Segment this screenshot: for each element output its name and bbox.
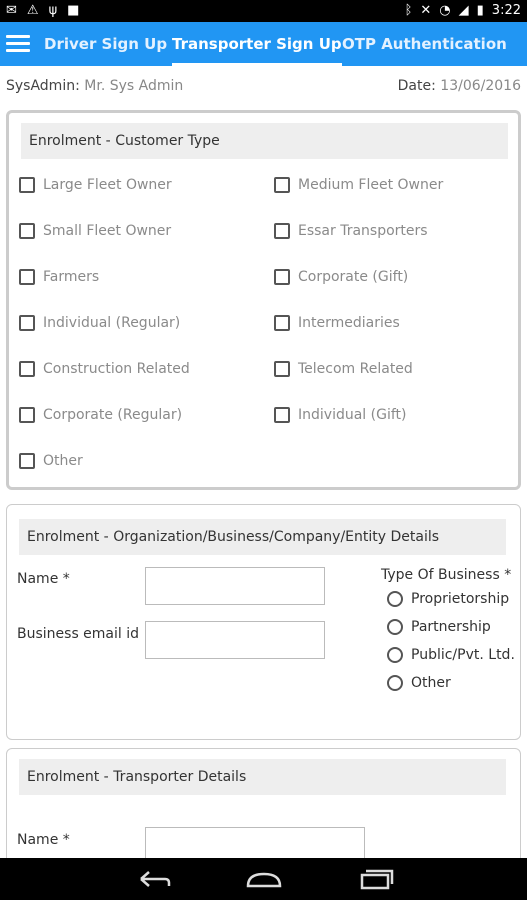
organization-title: Enrolment - Organization/Business/Compan… — [19, 519, 506, 555]
radio-public-pvt-ltd[interactable]: Public/Pvt. Ltd. — [387, 647, 515, 663]
checkbox-individual-regular[interactable]: Individual (Regular) — [19, 315, 180, 331]
battery-icon: ▮ — [476, 3, 484, 18]
checkbox-farmers[interactable]: Farmers — [19, 269, 99, 285]
wifi-icon: ◔ — [439, 3, 451, 18]
org-name-input[interactable] — [145, 567, 325, 605]
checkbox-box[interactable] — [274, 223, 290, 239]
organization-card: Enrolment - Organization/Business/Compan… — [6, 504, 521, 740]
mute-icon: ✕ — [420, 3, 432, 18]
transporter-name-label: Name * — [17, 832, 70, 848]
transporter-title: Enrolment - Transporter Details — [19, 759, 506, 795]
home-icon[interactable] — [244, 868, 284, 890]
radio-partnership[interactable]: Partnership — [387, 619, 491, 635]
customer-type-card: Enrolment - Customer Type Large Fleet Ow… — [6, 110, 521, 490]
notification-icon: ✉ — [6, 3, 17, 18]
business-email-label: Business email id — [17, 626, 140, 642]
radio-other[interactable]: Other — [387, 675, 451, 691]
radio-circle[interactable] — [387, 647, 403, 663]
checkbox-box[interactable] — [19, 315, 35, 331]
warning-icon: ⚠ — [26, 3, 39, 18]
signal-icon: ◢ — [458, 3, 469, 18]
checkbox-construction-related[interactable]: Construction Related — [19, 361, 190, 377]
checkbox-medium-fleet-owner[interactable]: Medium Fleet Owner — [274, 177, 443, 193]
checkbox-box[interactable] — [274, 269, 290, 285]
tab-otp-authentication[interactable]: OTP Authentication — [342, 22, 507, 66]
checkbox-large-fleet-owner[interactable]: Large Fleet Owner — [19, 177, 172, 193]
date-info: Date: 13/06/2016 — [398, 78, 521, 94]
business-email-input[interactable] — [145, 621, 325, 659]
hamburger-menu-icon[interactable] — [6, 31, 30, 55]
tab-transporter-sign-up[interactable]: Transporter Sign Up — [172, 22, 342, 66]
checkbox-telecom-related[interactable]: Telecom Related — [274, 361, 413, 377]
status-time: 3:22 — [491, 3, 521, 18]
usb-icon: ψ — [48, 3, 58, 18]
checkbox-box[interactable] — [274, 177, 290, 193]
sysadmin-label: SysAdmin: — [6, 78, 80, 94]
checkbox-corporate-gift[interactable]: Corporate (Gift) — [274, 269, 408, 285]
radio-circle[interactable] — [387, 619, 403, 635]
type-of-business-label: Type Of Business * — [381, 567, 512, 583]
checkbox-corporate-regular[interactable]: Corporate (Regular) — [19, 407, 182, 423]
checkbox-individual-gift[interactable]: Individual (Gift) — [274, 407, 406, 423]
checkbox-box[interactable] — [19, 453, 35, 469]
checkbox-box[interactable] — [19, 269, 35, 285]
org-name-label: Name * — [17, 571, 70, 587]
checkbox-box[interactable] — [274, 407, 290, 423]
checkbox-box[interactable] — [19, 177, 35, 193]
date-value: 13/06/2016 — [440, 78, 521, 94]
customer-type-title: Enrolment - Customer Type — [21, 123, 508, 159]
checkbox-box[interactable] — [19, 223, 35, 239]
image-icon: ■ — [67, 3, 80, 18]
recent-apps-icon[interactable] — [356, 868, 396, 890]
sysadmin-value: Mr. Sys Admin — [84, 78, 184, 94]
tab-driver-sign-up[interactable]: Driver Sign Up — [44, 22, 167, 66]
checkbox-box[interactable] — [274, 315, 290, 331]
checkbox-small-fleet-owner[interactable]: Small Fleet Owner — [19, 223, 171, 239]
radio-circle[interactable] — [387, 591, 403, 607]
navigation-bar — [0, 858, 527, 900]
checkbox-box[interactable] — [19, 407, 35, 423]
checkbox-box[interactable] — [19, 361, 35, 377]
bluetooth-icon: ᛒ — [404, 3, 413, 18]
checkbox-other[interactable]: Other — [19, 453, 83, 469]
status-bar: ✉ ⚠ ψ ■ ᛒ ✕ ◔ ◢ ▮ 3:22 — [0, 0, 527, 22]
radio-proprietorship[interactable]: Proprietorship — [387, 591, 509, 607]
date-label: Date: — [397, 78, 436, 94]
sysadmin-info: SysAdmin: Mr. Sys Admin — [6, 78, 183, 94]
radio-circle[interactable] — [387, 675, 403, 691]
checkbox-box[interactable] — [274, 361, 290, 377]
checkbox-essar-transporters[interactable]: Essar Transporters — [274, 223, 428, 239]
back-icon[interactable] — [133, 868, 173, 890]
checkbox-intermediaries[interactable]: Intermediaries — [274, 315, 400, 331]
app-bar: Driver Sign Up Transporter Sign Up OTP A… — [0, 22, 527, 66]
